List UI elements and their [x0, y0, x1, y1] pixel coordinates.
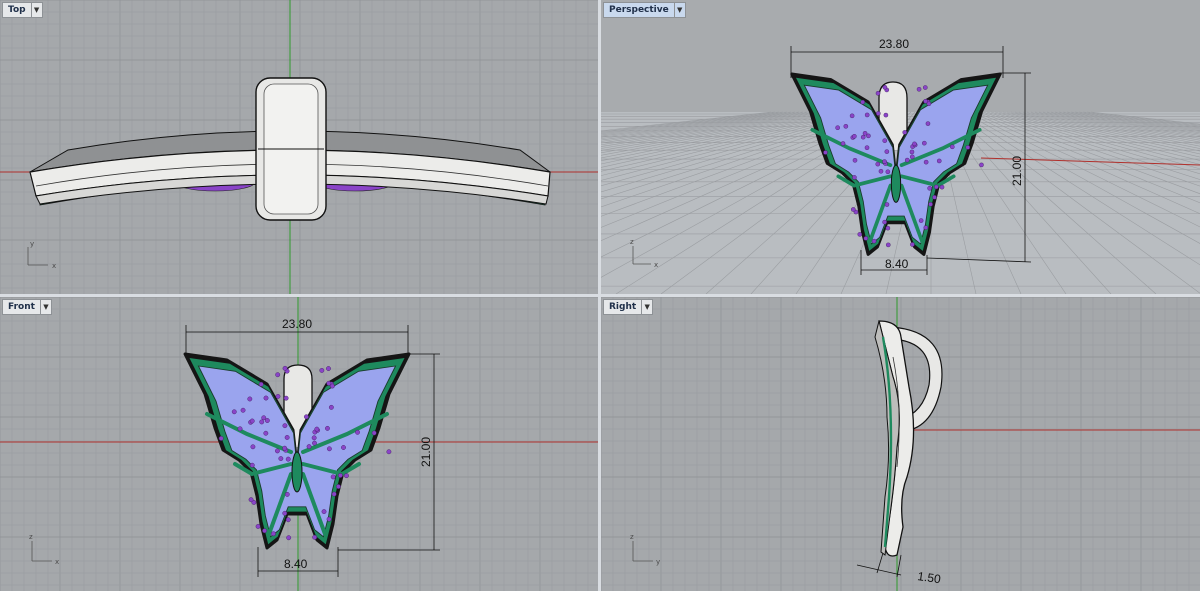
svg-text:8.40: 8.40	[284, 557, 308, 571]
front-canvas[interactable]: 23.80 21.00 8.40 z x	[0, 297, 598, 591]
chevron-down-icon[interactable]: ▼	[641, 300, 652, 314]
perspective-canvas[interactable]: 23.80 21.00 8.40 z x	[601, 0, 1200, 294]
viewport-tab-front[interactable]: Front ▼	[2, 299, 52, 315]
dimension-thickness: 1.50	[856, 552, 942, 586]
viewport-label: Top	[8, 5, 26, 15]
bail	[255, 77, 327, 221]
viewport-label: Right	[609, 302, 637, 312]
viewport-top[interactable]: y x Top ▼	[0, 0, 598, 294]
chevron-down-icon[interactable]: ▼	[673, 3, 685, 17]
svg-text:z: z	[29, 533, 33, 541]
svg-text:x: x	[55, 558, 59, 566]
viewport-label: Front	[8, 302, 35, 312]
svg-text:23.80: 23.80	[282, 317, 312, 331]
viewport-tab-right[interactable]: Right ▼	[603, 299, 654, 315]
top-canvas[interactable]: y x	[0, 0, 598, 294]
viewport-label: Perspective	[609, 5, 669, 15]
viewport-tab-perspective[interactable]: Perspective ▼	[603, 2, 686, 18]
right-canvas[interactable]: 1.50 z y	[601, 297, 1200, 591]
svg-text:8.40: 8.40	[885, 257, 909, 271]
svg-text:y: y	[30, 240, 34, 248]
axis-triad-icon: z x	[29, 533, 59, 566]
axis-triad-icon: z y	[630, 533, 660, 566]
svg-text:21.00: 21.00	[419, 437, 433, 467]
viewport-right[interactable]: 1.50 z y Right ▼	[601, 297, 1200, 591]
dimension-width: 23.80	[185, 317, 409, 355]
viewport-tab-top[interactable]: Top ▼	[2, 2, 43, 18]
svg-text:z: z	[630, 238, 634, 246]
viewport-perspective[interactable]: 23.80 21.00 8.40 z x Perspective ▼	[601, 0, 1200, 294]
chevron-down-icon[interactable]: ▼	[30, 3, 42, 17]
viewport-front[interactable]: 23.80 21.00 8.40 z x Front ▼	[0, 297, 598, 591]
svg-text:z: z	[630, 533, 634, 541]
svg-text:x: x	[654, 261, 658, 269]
svg-text:23.80: 23.80	[879, 37, 909, 51]
pendant-side-profile	[874, 320, 943, 557]
svg-text:1.50: 1.50	[917, 569, 942, 586]
chevron-down-icon[interactable]: ▼	[39, 300, 51, 314]
svg-text:y: y	[656, 558, 660, 566]
svg-text:x: x	[52, 262, 56, 270]
svg-text:21.00: 21.00	[1010, 156, 1024, 186]
axis-triad-icon: y x	[27, 240, 56, 270]
